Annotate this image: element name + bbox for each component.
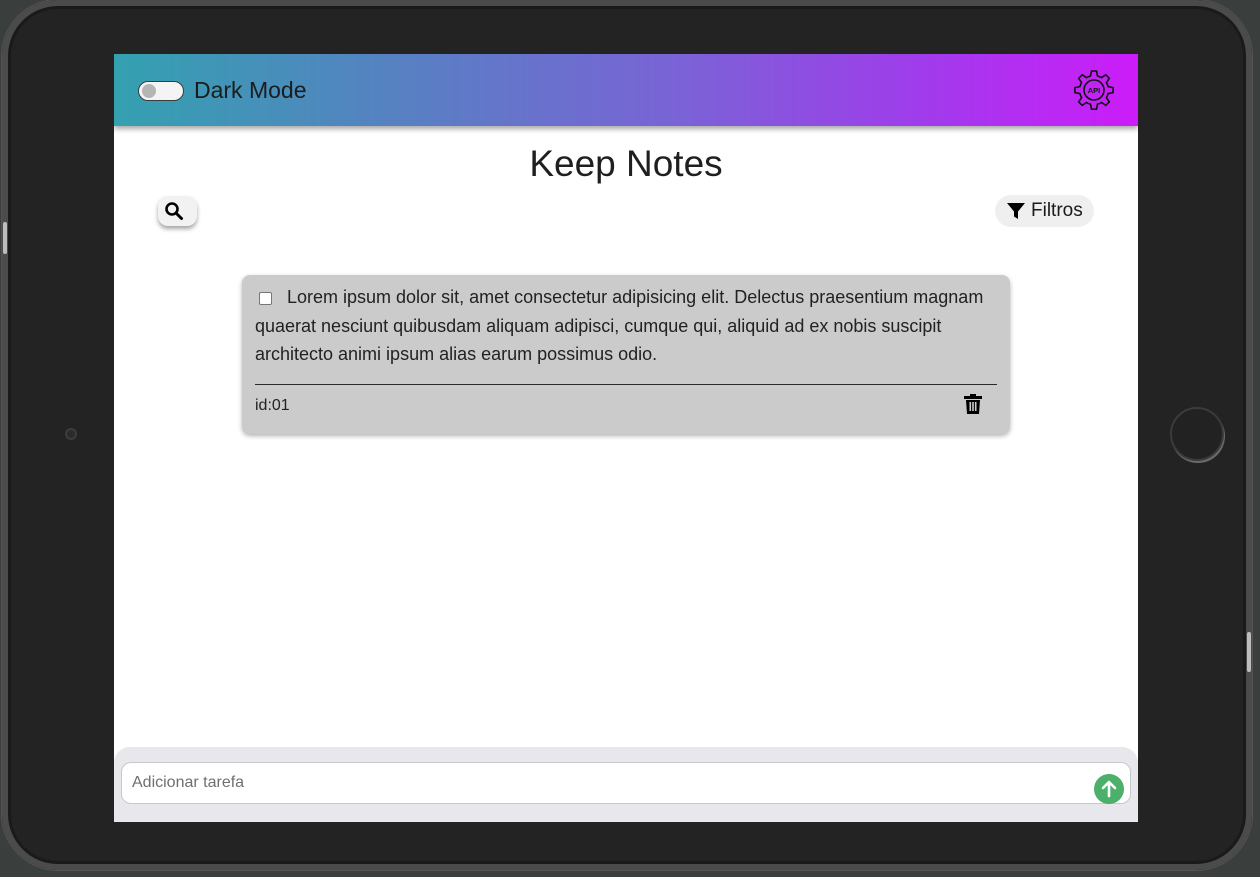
search-icon <box>165 202 183 220</box>
page-title: Keep Notes <box>529 143 723 184</box>
note-id: id:01 <box>255 397 290 414</box>
add-task-button[interactable] <box>1094 774 1124 804</box>
note-divider <box>255 384 997 385</box>
search-button[interactable] <box>158 196 197 226</box>
arrow-up-icon <box>1101 780 1117 798</box>
trash-icon <box>964 394 982 414</box>
dark-mode-label: Dark Mode <box>194 77 307 103</box>
filter-button[interactable]: Filtros <box>995 195 1094 227</box>
add-task-input[interactable] <box>121 762 1131 804</box>
tablet-camera <box>65 428 77 440</box>
composer-bar <box>114 747 1138 822</box>
app-screen: Dark Mode API Keep Notes Filtros Lorem i… <box>114 54 1138 822</box>
delete-note-button[interactable] <box>963 393 983 415</box>
dark-mode-toggle[interactable] <box>138 81 184 101</box>
tablet-side-button <box>3 222 7 254</box>
tablet-home-button <box>1170 407 1224 461</box>
api-gear-icon[interactable]: API <box>1072 68 1116 112</box>
svg-text:API: API <box>1088 86 1101 95</box>
note-checkbox[interactable] <box>259 292 272 305</box>
app-header: Dark Mode API <box>114 54 1138 126</box>
filter-label: Filtros <box>1031 200 1083 221</box>
tablet-side-button <box>1247 632 1251 672</box>
note-text: Lorem ipsum dolor sit, amet consectetur … <box>255 287 984 364</box>
note-card: Lorem ipsum dolor sit, amet consectetur … <box>242 275 1010 434</box>
filter-icon <box>1007 203 1025 219</box>
toggle-knob <box>142 84 156 98</box>
